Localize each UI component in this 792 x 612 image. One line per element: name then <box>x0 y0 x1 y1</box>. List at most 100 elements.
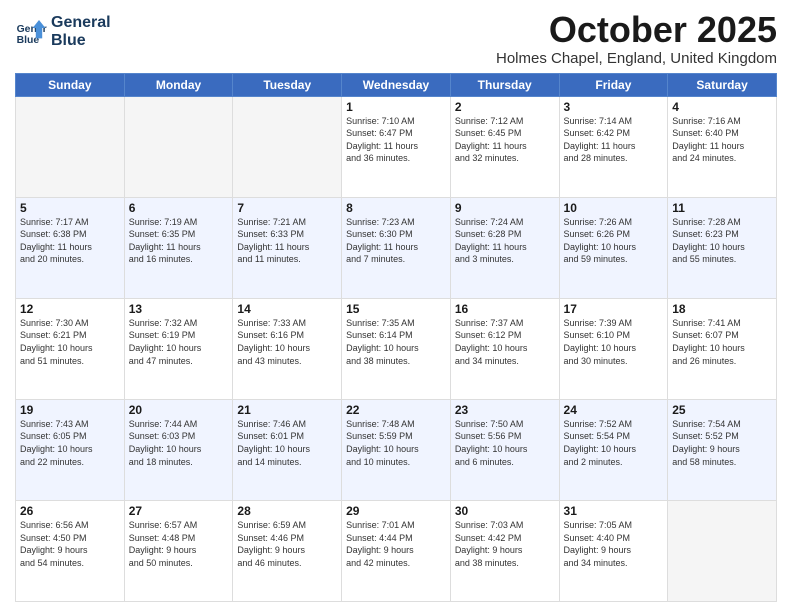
calendar-table: Sunday Monday Tuesday Wednesday Thursday… <box>15 73 777 602</box>
day-number: 16 <box>455 302 555 316</box>
day-cell: 15Sunrise: 7:35 AM Sunset: 6:14 PM Dayli… <box>342 298 451 399</box>
day-number: 29 <box>346 504 446 518</box>
day-info: Sunrise: 7:14 AM Sunset: 6:42 PM Dayligh… <box>564 115 664 165</box>
week-row-1: 1Sunrise: 7:10 AM Sunset: 6:47 PM Daylig… <box>16 96 777 197</box>
day-info: Sunrise: 7:24 AM Sunset: 6:28 PM Dayligh… <box>455 216 555 266</box>
day-cell: 12Sunrise: 7:30 AM Sunset: 6:21 PM Dayli… <box>16 298 125 399</box>
day-info: Sunrise: 7:03 AM Sunset: 4:42 PM Dayligh… <box>455 519 555 569</box>
day-cell: 4Sunrise: 7:16 AM Sunset: 6:40 PM Daylig… <box>668 96 777 197</box>
day-number: 6 <box>129 201 229 215</box>
day-cell: 16Sunrise: 7:37 AM Sunset: 6:12 PM Dayli… <box>450 298 559 399</box>
day-info: Sunrise: 7:16 AM Sunset: 6:40 PM Dayligh… <box>672 115 772 165</box>
day-number: 24 <box>564 403 664 417</box>
day-cell: 29Sunrise: 7:01 AM Sunset: 4:44 PM Dayli… <box>342 500 451 601</box>
day-info: Sunrise: 7:17 AM Sunset: 6:38 PM Dayligh… <box>20 216 120 266</box>
day-cell <box>124 96 233 197</box>
day-number: 1 <box>346 100 446 114</box>
col-saturday: Saturday <box>668 73 777 96</box>
day-info: Sunrise: 7:33 AM Sunset: 6:16 PM Dayligh… <box>237 317 337 367</box>
header-row: Sunday Monday Tuesday Wednesday Thursday… <box>16 73 777 96</box>
day-number: 8 <box>346 201 446 215</box>
day-number: 10 <box>564 201 664 215</box>
day-cell: 28Sunrise: 6:59 AM Sunset: 4:46 PM Dayli… <box>233 500 342 601</box>
day-number: 23 <box>455 403 555 417</box>
day-info: Sunrise: 7:44 AM Sunset: 6:03 PM Dayligh… <box>129 418 229 468</box>
day-cell: 8Sunrise: 7:23 AM Sunset: 6:30 PM Daylig… <box>342 197 451 298</box>
day-info: Sunrise: 7:10 AM Sunset: 6:47 PM Dayligh… <box>346 115 446 165</box>
day-cell: 9Sunrise: 7:24 AM Sunset: 6:28 PM Daylig… <box>450 197 559 298</box>
day-cell: 26Sunrise: 6:56 AM Sunset: 4:50 PM Dayli… <box>16 500 125 601</box>
day-info: Sunrise: 7:12 AM Sunset: 6:45 PM Dayligh… <box>455 115 555 165</box>
day-number: 11 <box>672 201 772 215</box>
col-sunday: Sunday <box>16 73 125 96</box>
day-info: Sunrise: 7:48 AM Sunset: 5:59 PM Dayligh… <box>346 418 446 468</box>
week-row-2: 5Sunrise: 7:17 AM Sunset: 6:38 PM Daylig… <box>16 197 777 298</box>
col-thursday: Thursday <box>450 73 559 96</box>
day-number: 9 <box>455 201 555 215</box>
week-row-5: 26Sunrise: 6:56 AM Sunset: 4:50 PM Dayli… <box>16 500 777 601</box>
day-number: 12 <box>20 302 120 316</box>
day-number: 30 <box>455 504 555 518</box>
day-number: 5 <box>20 201 120 215</box>
logo-line2: Blue <box>51 32 111 50</box>
logo-icon: General Blue <box>15 16 47 48</box>
day-info: Sunrise: 6:57 AM Sunset: 4:48 PM Dayligh… <box>129 519 229 569</box>
day-number: 4 <box>672 100 772 114</box>
day-cell: 6Sunrise: 7:19 AM Sunset: 6:35 PM Daylig… <box>124 197 233 298</box>
day-info: Sunrise: 7:50 AM Sunset: 5:56 PM Dayligh… <box>455 418 555 468</box>
day-cell: 21Sunrise: 7:46 AM Sunset: 6:01 PM Dayli… <box>233 399 342 500</box>
day-info: Sunrise: 7:30 AM Sunset: 6:21 PM Dayligh… <box>20 317 120 367</box>
day-cell: 1Sunrise: 7:10 AM Sunset: 6:47 PM Daylig… <box>342 96 451 197</box>
day-number: 27 <box>129 504 229 518</box>
day-info: Sunrise: 7:05 AM Sunset: 4:40 PM Dayligh… <box>564 519 664 569</box>
day-cell: 17Sunrise: 7:39 AM Sunset: 6:10 PM Dayli… <box>559 298 668 399</box>
day-cell: 5Sunrise: 7:17 AM Sunset: 6:38 PM Daylig… <box>16 197 125 298</box>
day-info: Sunrise: 7:19 AM Sunset: 6:35 PM Dayligh… <box>129 216 229 266</box>
col-friday: Friday <box>559 73 668 96</box>
day-number: 21 <box>237 403 337 417</box>
day-info: Sunrise: 7:23 AM Sunset: 6:30 PM Dayligh… <box>346 216 446 266</box>
day-number: 2 <box>455 100 555 114</box>
day-info: Sunrise: 7:37 AM Sunset: 6:12 PM Dayligh… <box>455 317 555 367</box>
day-cell: 19Sunrise: 7:43 AM Sunset: 6:05 PM Dayli… <box>16 399 125 500</box>
day-info: Sunrise: 7:01 AM Sunset: 4:44 PM Dayligh… <box>346 519 446 569</box>
day-number: 17 <box>564 302 664 316</box>
day-cell: 31Sunrise: 7:05 AM Sunset: 4:40 PM Dayli… <box>559 500 668 601</box>
day-number: 3 <box>564 100 664 114</box>
day-number: 28 <box>237 504 337 518</box>
day-number: 18 <box>672 302 772 316</box>
day-cell: 24Sunrise: 7:52 AM Sunset: 5:54 PM Dayli… <box>559 399 668 500</box>
day-cell: 22Sunrise: 7:48 AM Sunset: 5:59 PM Dayli… <box>342 399 451 500</box>
day-cell: 23Sunrise: 7:50 AM Sunset: 5:56 PM Dayli… <box>450 399 559 500</box>
day-number: 7 <box>237 201 337 215</box>
day-number: 25 <box>672 403 772 417</box>
day-info: Sunrise: 7:54 AM Sunset: 5:52 PM Dayligh… <box>672 418 772 468</box>
logo: General Blue General Blue <box>15 14 111 49</box>
header: General Blue General Blue October 2025 H… <box>15 10 777 67</box>
day-info: Sunrise: 7:28 AM Sunset: 6:23 PM Dayligh… <box>672 216 772 266</box>
day-info: Sunrise: 7:39 AM Sunset: 6:10 PM Dayligh… <box>564 317 664 367</box>
day-info: Sunrise: 7:41 AM Sunset: 6:07 PM Dayligh… <box>672 317 772 367</box>
col-tuesday: Tuesday <box>233 73 342 96</box>
day-info: Sunrise: 7:52 AM Sunset: 5:54 PM Dayligh… <box>564 418 664 468</box>
day-cell: 20Sunrise: 7:44 AM Sunset: 6:03 PM Dayli… <box>124 399 233 500</box>
day-info: Sunrise: 7:26 AM Sunset: 6:26 PM Dayligh… <box>564 216 664 266</box>
day-info: Sunrise: 6:59 AM Sunset: 4:46 PM Dayligh… <box>237 519 337 569</box>
logo-line1: General <box>51 14 111 32</box>
day-cell: 3Sunrise: 7:14 AM Sunset: 6:42 PM Daylig… <box>559 96 668 197</box>
day-info: Sunrise: 7:21 AM Sunset: 6:33 PM Dayligh… <box>237 216 337 266</box>
day-cell: 25Sunrise: 7:54 AM Sunset: 5:52 PM Dayli… <box>668 399 777 500</box>
day-cell: 13Sunrise: 7:32 AM Sunset: 6:19 PM Dayli… <box>124 298 233 399</box>
day-info: Sunrise: 7:32 AM Sunset: 6:19 PM Dayligh… <box>129 317 229 367</box>
day-number: 22 <box>346 403 446 417</box>
day-cell: 7Sunrise: 7:21 AM Sunset: 6:33 PM Daylig… <box>233 197 342 298</box>
day-info: Sunrise: 6:56 AM Sunset: 4:50 PM Dayligh… <box>20 519 120 569</box>
day-number: 31 <box>564 504 664 518</box>
col-monday: Monday <box>124 73 233 96</box>
day-info: Sunrise: 7:46 AM Sunset: 6:01 PM Dayligh… <box>237 418 337 468</box>
day-cell: 14Sunrise: 7:33 AM Sunset: 6:16 PM Dayli… <box>233 298 342 399</box>
day-cell: 27Sunrise: 6:57 AM Sunset: 4:48 PM Dayli… <box>124 500 233 601</box>
week-row-4: 19Sunrise: 7:43 AM Sunset: 6:05 PM Dayli… <box>16 399 777 500</box>
day-number: 19 <box>20 403 120 417</box>
day-cell: 30Sunrise: 7:03 AM Sunset: 4:42 PM Dayli… <box>450 500 559 601</box>
